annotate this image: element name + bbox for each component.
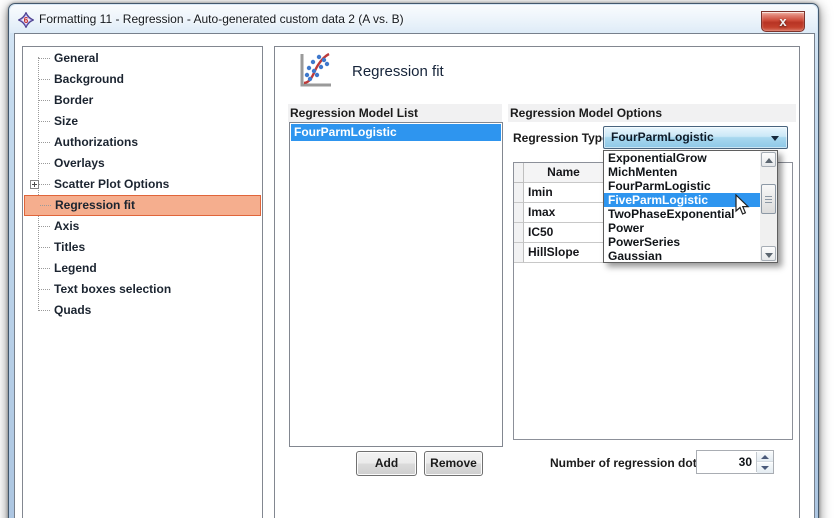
- spinner-down-icon[interactable]: [757, 463, 773, 473]
- remove-button[interactable]: Remove: [424, 451, 483, 476]
- sidebar-panel: General Background Border Size Authoriza…: [22, 46, 263, 518]
- sidebar-item-label: Overlays: [54, 153, 105, 174]
- tree-connector: [39, 100, 50, 101]
- spinner-up-icon[interactable]: [757, 452, 773, 462]
- sidebar-item-label: Authorizations: [54, 132, 138, 153]
- titlebar[interactable]: 6 Formatting 11 - Regression - Auto-gene…: [9, 4, 818, 34]
- dropdown-option[interactable]: PowerSeries: [604, 235, 777, 249]
- window-title: Formatting 11 - Regression - Auto-genera…: [39, 12, 404, 26]
- dropdown-option[interactable]: MichMenten: [604, 165, 777, 179]
- model-options-header: Regression Model Options: [508, 104, 796, 122]
- sidebar-item-label: Regression fit: [55, 196, 135, 215]
- expander-plus-icon[interactable]: [30, 180, 39, 189]
- sidebar-item-legend[interactable]: Legend: [24, 258, 261, 279]
- dropdown-option[interactable]: FourParmLogistic: [604, 179, 777, 193]
- sidebar-item-label: General: [54, 48, 99, 69]
- sidebar-item-regression-fit[interactable]: Regression fit: [24, 195, 261, 216]
- sidebar-item-size[interactable]: Size: [24, 111, 261, 132]
- tree-connector: [39, 310, 50, 311]
- sidebar-item-label: Border: [54, 90, 93, 111]
- dropdown-option[interactable]: Power: [604, 221, 777, 235]
- regression-dots-value[interactable]: 30: [739, 455, 752, 469]
- add-button[interactable]: Add: [356, 451, 417, 476]
- scatter-regression-fit-icon: [295, 52, 333, 90]
- sidebar-item-general[interactable]: General: [24, 48, 261, 69]
- tree-connector: [39, 184, 50, 185]
- tree-connector: [39, 163, 50, 164]
- tree-connector: [40, 205, 51, 206]
- regression-type-dropdown-popup: ExponentialGrow MichMenten FourParmLogis…: [603, 150, 778, 263]
- sidebar-item-label: Text boxes selection: [54, 279, 171, 300]
- scrollbar-thumb[interactable]: [761, 184, 776, 214]
- row-selector[interactable]: [514, 203, 524, 223]
- tree-connector: [39, 142, 50, 143]
- tree-connector: [39, 226, 50, 227]
- sidebar-item-authorizations[interactable]: Authorizations: [24, 132, 261, 153]
- screenshot-stage: 6 Formatting 11 - Regression - Auto-gene…: [0, 0, 836, 518]
- tree-connector: [39, 121, 50, 122]
- scrollbar-down-icon[interactable]: [761, 246, 776, 261]
- app-icon: 6: [18, 12, 34, 28]
- sidebar-item-label: Quads: [54, 300, 91, 321]
- spinner: [756, 452, 772, 472]
- dropdown-option[interactable]: ExponentialGrow: [604, 151, 777, 165]
- dropdown-option[interactable]: TwoPhaseExponential: [604, 207, 777, 221]
- sidebar-item-titles[interactable]: Titles: [24, 237, 261, 258]
- dropdown-option[interactable]: Gaussian: [604, 249, 777, 263]
- model-list-header: Regression Model List: [288, 104, 502, 122]
- sidebar-item-label: Background: [54, 69, 124, 90]
- regression-model-listbox[interactable]: FourParmLogistic: [289, 122, 503, 447]
- cell-name[interactable]: Imin: [524, 183, 604, 203]
- scrollbar-up-icon[interactable]: [761, 152, 776, 167]
- list-item-fourparmlogistic[interactable]: FourParmLogistic: [291, 124, 501, 141]
- cell-name[interactable]: IC50: [524, 223, 604, 243]
- tree-connector: [39, 268, 50, 269]
- cell-name[interactable]: HillSlope: [524, 243, 604, 263]
- row-selector[interactable]: [514, 223, 524, 243]
- regression-type-label: Regression Type: [513, 131, 609, 145]
- sidebar-item-label: Axis: [54, 216, 79, 237]
- row-selector-header: [514, 163, 524, 183]
- close-button[interactable]: x: [761, 11, 805, 32]
- sidebar-item-border[interactable]: Border: [24, 90, 261, 111]
- svg-text:6: 6: [24, 16, 29, 25]
- tree-connector: [39, 58, 50, 59]
- sidebar-item-label: Titles: [54, 237, 85, 258]
- dropdown-option-highlighted[interactable]: FiveParmLogistic: [604, 193, 777, 207]
- sidebar-item-axis[interactable]: Axis: [24, 216, 261, 237]
- cell-name[interactable]: Imax: [524, 203, 604, 223]
- sidebar-item-quads[interactable]: Quads: [24, 300, 261, 321]
- column-header-name[interactable]: Name: [524, 163, 604, 183]
- sidebar-item-label: Size: [54, 111, 78, 132]
- tree-connector: [39, 79, 50, 80]
- regression-dots-spinbox[interactable]: 30: [696, 450, 774, 474]
- tree-connector: [39, 247, 50, 248]
- regression-type-combobox[interactable]: FourParmLogistic: [603, 126, 788, 149]
- sidebar-item-label: Legend: [54, 258, 97, 279]
- sidebar-item-label: Scatter Plot Options: [54, 174, 169, 195]
- mouse-cursor-icon: [735, 194, 750, 216]
- close-icon: x: [779, 14, 786, 29]
- page-title: Regression fit: [352, 63, 444, 80]
- sidebar-item-scatter-plot-options[interactable]: Scatter Plot Options: [24, 174, 261, 195]
- sidebar-item-text-boxes-selection[interactable]: Text boxes selection: [24, 279, 261, 300]
- tree-connector: [39, 289, 50, 290]
- row-selector[interactable]: [514, 183, 524, 203]
- dropdown-scrollbar[interactable]: [760, 151, 777, 262]
- regression-dots-label: Number of regression dots: [550, 456, 703, 470]
- sidebar-item-overlays[interactable]: Overlays: [24, 153, 261, 174]
- sidebar-item-background[interactable]: Background: [24, 69, 261, 90]
- row-selector[interactable]: [514, 243, 524, 263]
- chevron-down-icon: [771, 136, 779, 141]
- combobox-value: FourParmLogistic: [611, 130, 714, 144]
